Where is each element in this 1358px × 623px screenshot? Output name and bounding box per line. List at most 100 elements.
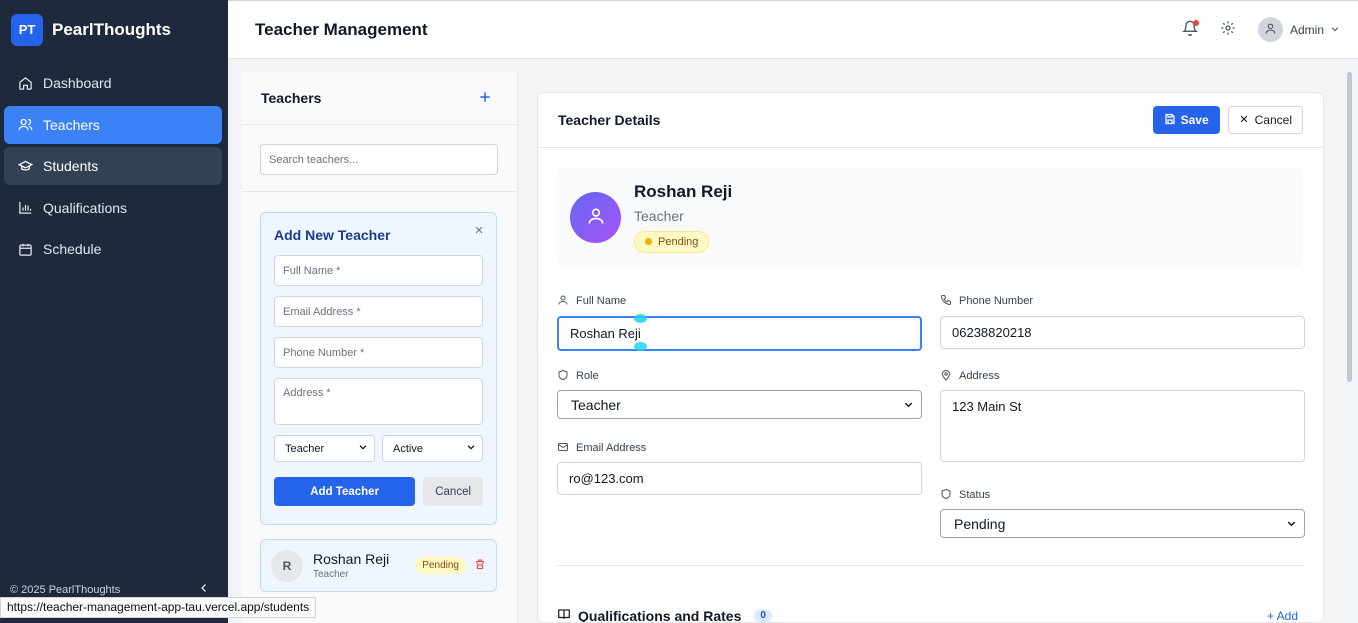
status-dot: [645, 238, 652, 245]
save-label: Save: [1180, 113, 1209, 127]
trash-icon[interactable]: [474, 558, 486, 573]
user-icon: [557, 294, 569, 309]
text-selection-handle[interactable]: [634, 342, 647, 351]
status-group: Status Pending: [940, 487, 1305, 538]
role-select[interactable]: Teacher: [274, 435, 375, 462]
sidebar-item-label: Schedule: [43, 241, 102, 257]
avatar[interactable]: [1257, 17, 1283, 42]
sidebar-item-qualifications[interactable]: Qualifications: [4, 189, 222, 227]
brand-logo: PT: [11, 13, 43, 46]
address-field[interactable]: 123 Main St: [940, 390, 1305, 462]
sidebar-item-dashboard[interactable]: Dashboard: [4, 64, 222, 102]
address-field[interactable]: Address *: [274, 378, 483, 425]
full-name-field[interactable]: Roshan Reji: [557, 316, 922, 351]
close-icon: [1239, 113, 1249, 127]
cancel-button[interactable]: Cancel: [423, 477, 483, 506]
collapse-sidebar-icon[interactable]: [198, 582, 210, 597]
users-icon: [17, 117, 33, 133]
sidebar-item-students[interactable]: Students: [4, 147, 222, 185]
teacher-details-panel: Teacher Details Save Cancel Roshan Reji …: [537, 92, 1324, 623]
profile-role: Teacher: [634, 207, 684, 224]
role-select-value: Teacher: [285, 442, 325, 455]
address-group: Address 123 Main St: [940, 368, 1305, 462]
full-name-group: Full Name Roshan Reji: [557, 293, 922, 351]
cancel-label: Cancel: [1254, 113, 1292, 127]
role-group: Role Teacher: [557, 368, 922, 419]
brand: PT PearlThoughts: [0, 0, 228, 59]
bar-chart-icon: [17, 200, 33, 216]
add-form-selects: Teacher Active: [274, 435, 483, 462]
phone-field[interactable]: Phone Number *: [274, 337, 483, 368]
sidebar: PT PearlThoughts Dashboard Teachers Stud…: [0, 0, 228, 623]
sidebar-item-schedule[interactable]: Schedule: [4, 230, 222, 268]
full-name-field[interactable]: Full Name *: [274, 255, 483, 286]
add-teacher-button[interactable]: Add Teacher: [274, 477, 416, 506]
phone-icon: [940, 294, 952, 309]
email-group: Email Address ro@123.com: [557, 440, 922, 495]
phone-label: Phone Number: [940, 293, 1305, 309]
label-text: Status: [959, 489, 991, 501]
status-select[interactable]: Active: [382, 435, 483, 462]
email-field[interactable]: Email Address *: [274, 296, 483, 327]
status-select[interactable]: Pending: [940, 509, 1305, 538]
list-item[interactable]: R Roshan Reji Teacher Pending: [260, 539, 497, 592]
teacher-name: Roshan Reji: [313, 551, 390, 567]
address-label: Address: [940, 368, 1305, 384]
avatar: [570, 191, 621, 243]
close-icon[interactable]: [474, 223, 484, 238]
cancel-button[interactable]: Cancel: [1227, 106, 1303, 134]
email-label: Email Address: [557, 440, 922, 456]
details-header: Teacher Details Save Cancel: [538, 93, 1323, 148]
teacher-role: Teacher: [313, 569, 349, 580]
add-teacher-title: Add New Teacher: [274, 227, 391, 243]
map-pin-icon: [940, 369, 952, 384]
top-header: Teacher Management Admin: [228, 0, 1358, 59]
mail-icon: [557, 441, 569, 456]
user-icon: [1264, 22, 1277, 38]
sidebar-item-teachers[interactable]: Teachers: [4, 105, 222, 144]
notifications-button[interactable]: [1178, 18, 1202, 42]
search-section: Search teachers...: [242, 125, 517, 192]
add-form-actions: Add Teacher Cancel: [274, 477, 483, 506]
chevron-down-icon: [358, 442, 368, 455]
chevron-down-icon[interactable]: [1330, 22, 1340, 37]
teachers-list-panel: Teachers Search teachers... Add New Teac…: [242, 72, 518, 623]
role-select[interactable]: Teacher: [557, 390, 922, 419]
user-name[interactable]: Admin: [1290, 23, 1324, 37]
status-select-value: Active: [393, 442, 423, 455]
scrollbar[interactable]: [1343, 60, 1358, 623]
add-teacher-plus-icon[interactable]: [478, 90, 492, 107]
status-select-value: Pending: [954, 515, 1006, 532]
label-text: Address: [959, 370, 1000, 382]
status-bar-url: https://teacher-management-app-tau.verce…: [0, 597, 317, 618]
save-button[interactable]: Save: [1152, 106, 1220, 134]
teacher-info: Roshan Reji Teacher: [313, 551, 415, 580]
qualifications-title: Qualifications and Rates: [578, 607, 742, 623]
phone-field[interactable]: 06238820218: [940, 316, 1305, 349]
save-icon: [1164, 113, 1176, 128]
brand-name: PearlThoughts: [52, 19, 172, 39]
gear-icon: [1220, 20, 1236, 39]
shield-icon: [557, 369, 569, 384]
add-qualification-button[interactable]: + Add: [1267, 609, 1298, 623]
full-name-label: Full Name: [557, 293, 922, 309]
copyright: © 2025 PearlThoughts: [10, 583, 121, 596]
details-actions: Save Cancel: [1152, 106, 1303, 134]
avatar: R: [271, 549, 303, 582]
label-text: Full Name: [576, 295, 627, 307]
sidebar-item-label: Dashboard: [43, 75, 112, 91]
book-icon: [557, 607, 571, 622]
label-text: Phone Number: [959, 295, 1033, 307]
scrollbar-thumb[interactable]: [1347, 72, 1352, 382]
email-field[interactable]: ro@123.com: [557, 462, 922, 495]
search-input[interactable]: Search teachers...: [260, 144, 498, 175]
calendar-icon: [17, 241, 33, 257]
teachers-list-header: Teachers: [242, 72, 517, 125]
teachers-list-title: Teachers: [261, 90, 322, 106]
sidebar-nav: Dashboard Teachers Students Qualificatio…: [0, 64, 228, 268]
details-title: Teacher Details: [558, 112, 661, 128]
settings-button[interactable]: [1216, 18, 1240, 42]
status-badge-label: Pending: [658, 235, 699, 248]
text-selection-handle[interactable]: [634, 314, 647, 323]
chevron-down-icon: [1286, 516, 1297, 532]
